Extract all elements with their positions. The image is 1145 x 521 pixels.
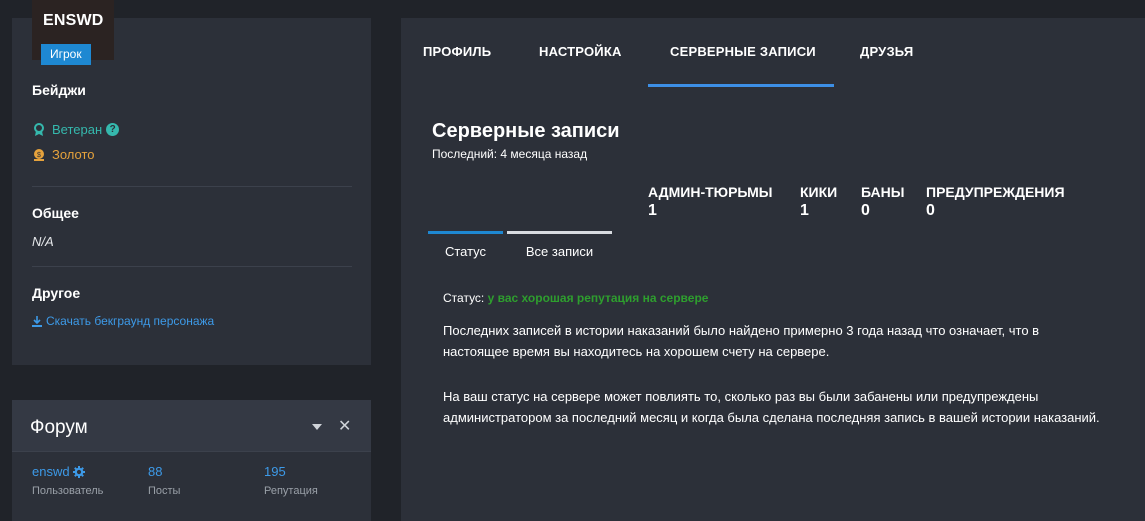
- badge-gold[interactable]: $ Золото: [32, 147, 95, 162]
- forum-posts-value[interactable]: 88: [148, 464, 180, 479]
- forum-stat-user[interactable]: enswd Пользователь: [32, 464, 103, 497]
- download-link-label: Скачать бекграунд персонажа: [46, 314, 215, 328]
- svg-text:$: $: [37, 152, 41, 159]
- forum-reputation-value[interactable]: 195: [264, 464, 318, 479]
- help-icon[interactable]: ?: [106, 123, 120, 136]
- counter-bans: БАНЫ 0: [861, 184, 904, 220]
- role-badge: Игрок: [41, 44, 91, 65]
- download-background-link[interactable]: Скачать бекграунд персонажа: [32, 314, 214, 328]
- status-paragraph: На ваш статус на сервере может повлиять …: [443, 389, 1100, 425]
- forum-header: Форум ✕: [12, 400, 371, 452]
- status-label: Статус:: [443, 291, 485, 305]
- other-title: Другое: [32, 285, 81, 301]
- forum-stat-label: Репутация: [264, 485, 318, 497]
- status-value: у вас хорошая репутация на сервере: [487, 291, 709, 305]
- forum-title: Форум: [30, 417, 88, 438]
- counter-value: 0: [926, 202, 935, 219]
- forum-username[interactable]: enswd: [32, 464, 70, 479]
- main-panel: ПРОФИЛЬ НАСТРОЙКА СЕРВЕРНЫЕ ЗАПИСИ ДРУЗЬ…: [401, 18, 1145, 521]
- forum-stat-label: Пользователь: [32, 485, 104, 497]
- tab-profile[interactable]: ПРОФИЛЬ: [423, 44, 491, 59]
- divider: [32, 186, 352, 187]
- last-record: Последний: 4 месяца назад: [432, 147, 588, 161]
- subtab-all-records[interactable]: Все записи: [507, 231, 612, 267]
- counter-value: 1: [648, 202, 657, 219]
- profile-panel: [12, 18, 371, 365]
- tab-friends[interactable]: ДРУЗЬЯ: [860, 44, 913, 59]
- forum-stat-label: Посты: [148, 485, 181, 497]
- badge-veteran[interactable]: Ветеран ?: [32, 122, 120, 137]
- counter-jails: АДМИН-ТЮРЬМЫ 1: [648, 184, 773, 220]
- forum-panel: Форум ✕ enswd Пользователь 88 Посты 195 …: [12, 400, 371, 521]
- counter-title: ПРЕДУПРЕЖДЕНИЯ: [926, 184, 1065, 200]
- counter-title: АДМИН-ТЮРЬМЫ: [648, 184, 773, 200]
- divider: [32, 266, 352, 267]
- page-title: Серверные записи: [432, 120, 620, 142]
- coin-icon: $: [32, 148, 46, 162]
- download-icon: [32, 315, 42, 327]
- status-line: Статус: у вас хорошая репутация на серве…: [443, 291, 708, 305]
- username: ENSWD: [43, 12, 104, 29]
- forum-stat-reputation[interactable]: 195 Репутация: [264, 464, 318, 497]
- gear-icon[interactable]: [72, 465, 85, 478]
- subtab-status[interactable]: Статус: [428, 231, 503, 267]
- badges-title: Бейджи: [32, 82, 86, 98]
- counter-title: БАНЫ: [861, 184, 905, 200]
- counter-value: 0: [861, 202, 870, 219]
- general-value: N/A: [32, 234, 54, 249]
- tab-settings[interactable]: НАСТРОЙКА: [539, 44, 622, 59]
- collapse-caret-icon[interactable]: [312, 424, 322, 430]
- award-icon: [32, 122, 46, 137]
- badge-veteran-label: Ветеран: [52, 122, 103, 137]
- counter-warnings: ПРЕДУПРЕЖДЕНИЯ 0: [926, 184, 1065, 220]
- tab-server-records[interactable]: СЕРВЕРНЫЕ ЗАПИСИ: [670, 44, 816, 59]
- counter-title: КИКИ: [800, 184, 838, 200]
- counter-value: 1: [800, 202, 809, 219]
- general-title: Общее: [32, 205, 79, 221]
- close-icon[interactable]: ✕: [338, 416, 351, 436]
- status-paragraph: Последних записей в истории наказаний бы…: [443, 323, 1040, 359]
- badge-gold-label: Золото: [52, 147, 95, 162]
- active-tab-indicator: [648, 84, 834, 87]
- forum-stat-posts[interactable]: 88 Посты: [148, 464, 180, 497]
- counter-kicks: КИКИ 1: [800, 184, 837, 220]
